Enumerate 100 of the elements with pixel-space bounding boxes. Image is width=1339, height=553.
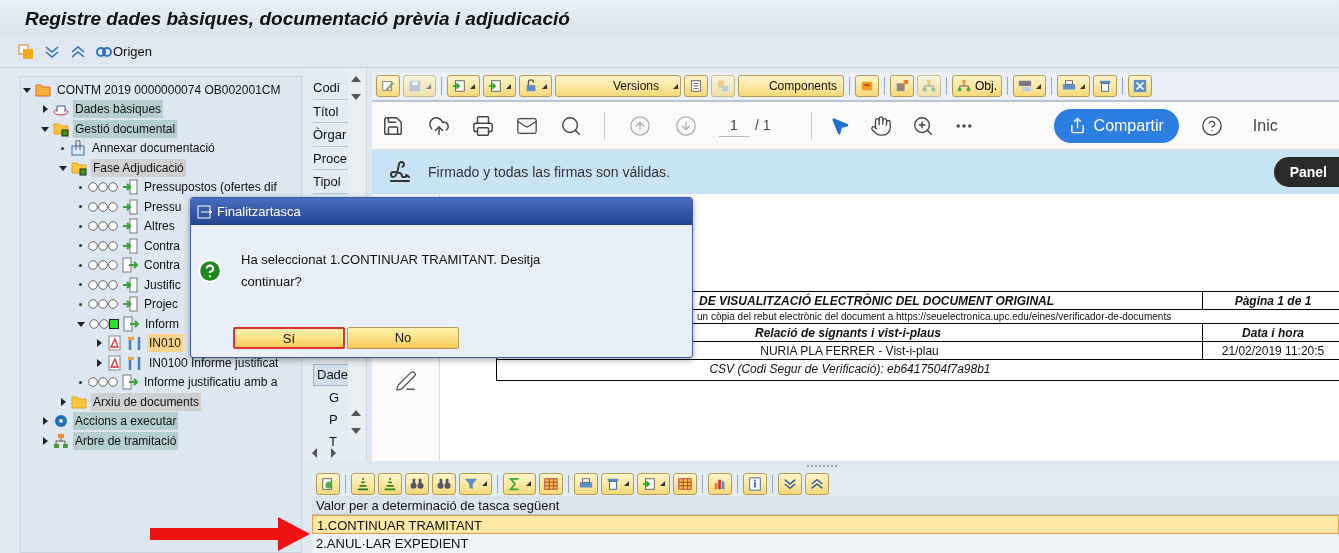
tree-item[interactable]: Fase Adjudicació [91, 158, 186, 177]
tree-item[interactable]: Contra [142, 236, 183, 255]
toolbar-button[interactable]: Components [738, 75, 844, 97]
collapse-icon[interactable] [70, 43, 86, 60]
info-icon [748, 476, 762, 491]
caret-icon[interactable] [41, 124, 49, 133]
tree-item[interactable]: CONTM 2019 0000000074 OB002001CM [55, 80, 283, 99]
tree-item[interactable]: Projec [142, 295, 180, 314]
sign-icon[interactable] [394, 370, 417, 392]
expand-icon[interactable] [44, 43, 60, 60]
toolbar-button[interactable] [459, 472, 492, 495]
toolbar-button[interactable] [351, 472, 375, 495]
tree-item[interactable]: Arbre de tramitació [73, 431, 179, 450]
toolbar-button[interactable] [432, 472, 456, 495]
toolbar-button[interactable]: Obj. [952, 75, 1002, 97]
toolbar-button[interactable] [1093, 75, 1117, 97]
toolbar-button[interactable] [447, 75, 480, 97]
tree-item[interactable]: IN0100 Informe justificat [147, 353, 281, 372]
caret-icon[interactable] [41, 436, 49, 445]
caret-icon[interactable] [59, 163, 67, 172]
list-icon [689, 79, 703, 93]
toolbar-button[interactable] [673, 472, 697, 495]
banner-text: Firmado y todas las firmas son válidas. [428, 162, 670, 182]
printer-icon [579, 476, 593, 491]
caret-icon[interactable] [41, 417, 49, 426]
toolbar-button[interactable] [574, 472, 598, 495]
tree-item[interactable]: Arxiu de documents [91, 392, 202, 411]
toolbar-button[interactable] [637, 472, 670, 495]
toolbar-button[interactable] [316, 472, 340, 495]
toolbar-button[interactable] [601, 472, 634, 495]
tree-item[interactable]: Pressupostos (ofertes dif [142, 178, 279, 197]
toolbar-button[interactable]: Versions [555, 75, 681, 97]
doc-in-icon [122, 198, 138, 215]
upload-icon[interactable] [428, 114, 450, 137]
dialog-button[interactable]: Sí [233, 327, 345, 349]
panel-button[interactable]: Panel [1273, 157, 1339, 187]
align-icon [356, 476, 370, 491]
page-icon [1098, 79, 1112, 93]
tree-item[interactable]: Contra [142, 256, 183, 275]
bullet-icon [79, 380, 82, 384]
page-field[interactable]: 1 [719, 114, 749, 137]
toolbar-button[interactable] [1013, 75, 1046, 97]
tree-item[interactable]: IN010 [147, 334, 184, 353]
toolbar-button[interactable] [684, 75, 708, 97]
dropdown-icon [482, 481, 487, 486]
list-row[interactable]: 1.CONTINUAR TRAMITANT [312, 515, 1339, 534]
tree-item[interactable]: Informe justificatiu amb a [142, 373, 280, 392]
toolbar-button[interactable] [743, 472, 767, 495]
tree-item[interactable]: Pressu [142, 197, 184, 216]
origin-button[interactable]: Origen [96, 41, 153, 62]
toolbar-button[interactable] [1057, 75, 1090, 97]
hand-icon[interactable] [869, 114, 892, 137]
close-icon [1133, 79, 1147, 93]
toolbar-button[interactable] [805, 472, 829, 495]
toolbar-button[interactable] [539, 472, 563, 495]
tree-item[interactable]: Inform [143, 314, 181, 333]
caret-icon[interactable] [95, 339, 103, 348]
toolbar-button[interactable] [778, 472, 802, 495]
tools-icon [127, 354, 143, 371]
save-icon[interactable] [382, 114, 404, 137]
caret-icon[interactable] [77, 319, 85, 328]
menu-item[interactable]: Inic [1252, 113, 1278, 138]
caret-icon[interactable] [41, 105, 49, 114]
tree-item[interactable]: Dades bàsiques [73, 100, 164, 119]
toolbar-button[interactable] [519, 75, 552, 97]
doc-in-icon [122, 276, 138, 293]
share-icon [1068, 117, 1086, 134]
network-icon [957, 79, 971, 93]
share-button[interactable]: Compartir [1053, 108, 1179, 143]
printer-icon[interactable] [472, 114, 494, 137]
toolbar-button[interactable] [708, 472, 732, 495]
toolbar-button[interactable] [376, 75, 400, 97]
toolbar-button[interactable] [890, 75, 914, 97]
table-cell-text: 21/02/2019 11:20:5 [1220, 343, 1326, 359]
tree-item[interactable]: Justific [142, 275, 183, 294]
bullet-icon [79, 205, 82, 209]
toolbar-button[interactable] [503, 472, 536, 495]
folder-status-icon [71, 159, 87, 176]
tree-item[interactable]: Gestió documental [73, 119, 178, 138]
toolbar-button[interactable] [855, 75, 879, 97]
toolbar-button[interactable] [1128, 75, 1152, 97]
dropdown-icon [624, 481, 629, 486]
tree-item[interactable]: Altres [142, 217, 177, 236]
caret-icon[interactable] [59, 397, 67, 406]
tree-item[interactable]: Accions a executar [73, 412, 179, 431]
caret-icon[interactable] [23, 85, 31, 94]
tree-item[interactable]: Annexar documentació [90, 139, 217, 158]
toolbar-button[interactable] [378, 472, 402, 495]
help-icon[interactable] [1200, 114, 1223, 137]
dropdown-icon [506, 83, 511, 89]
zoom-in-icon[interactable] [911, 114, 934, 137]
tab[interactable]: Dade [314, 364, 352, 385]
dialog-button[interactable]: No [347, 327, 459, 349]
toolbar-button[interactable] [405, 472, 429, 495]
doc-in-icon [122, 218, 138, 235]
bullet-icon [79, 283, 82, 287]
toolbar-button[interactable] [483, 75, 516, 97]
caret-icon[interactable] [95, 358, 103, 367]
list-row[interactable]: 2.ANUL·LAR EXPEDIENT [312, 534, 1339, 553]
table-cell-text: un còpia del rebut electrònic del document a https://seuelectronica.upc.edu/eines/verificador-de-documents [696, 310, 1172, 323]
